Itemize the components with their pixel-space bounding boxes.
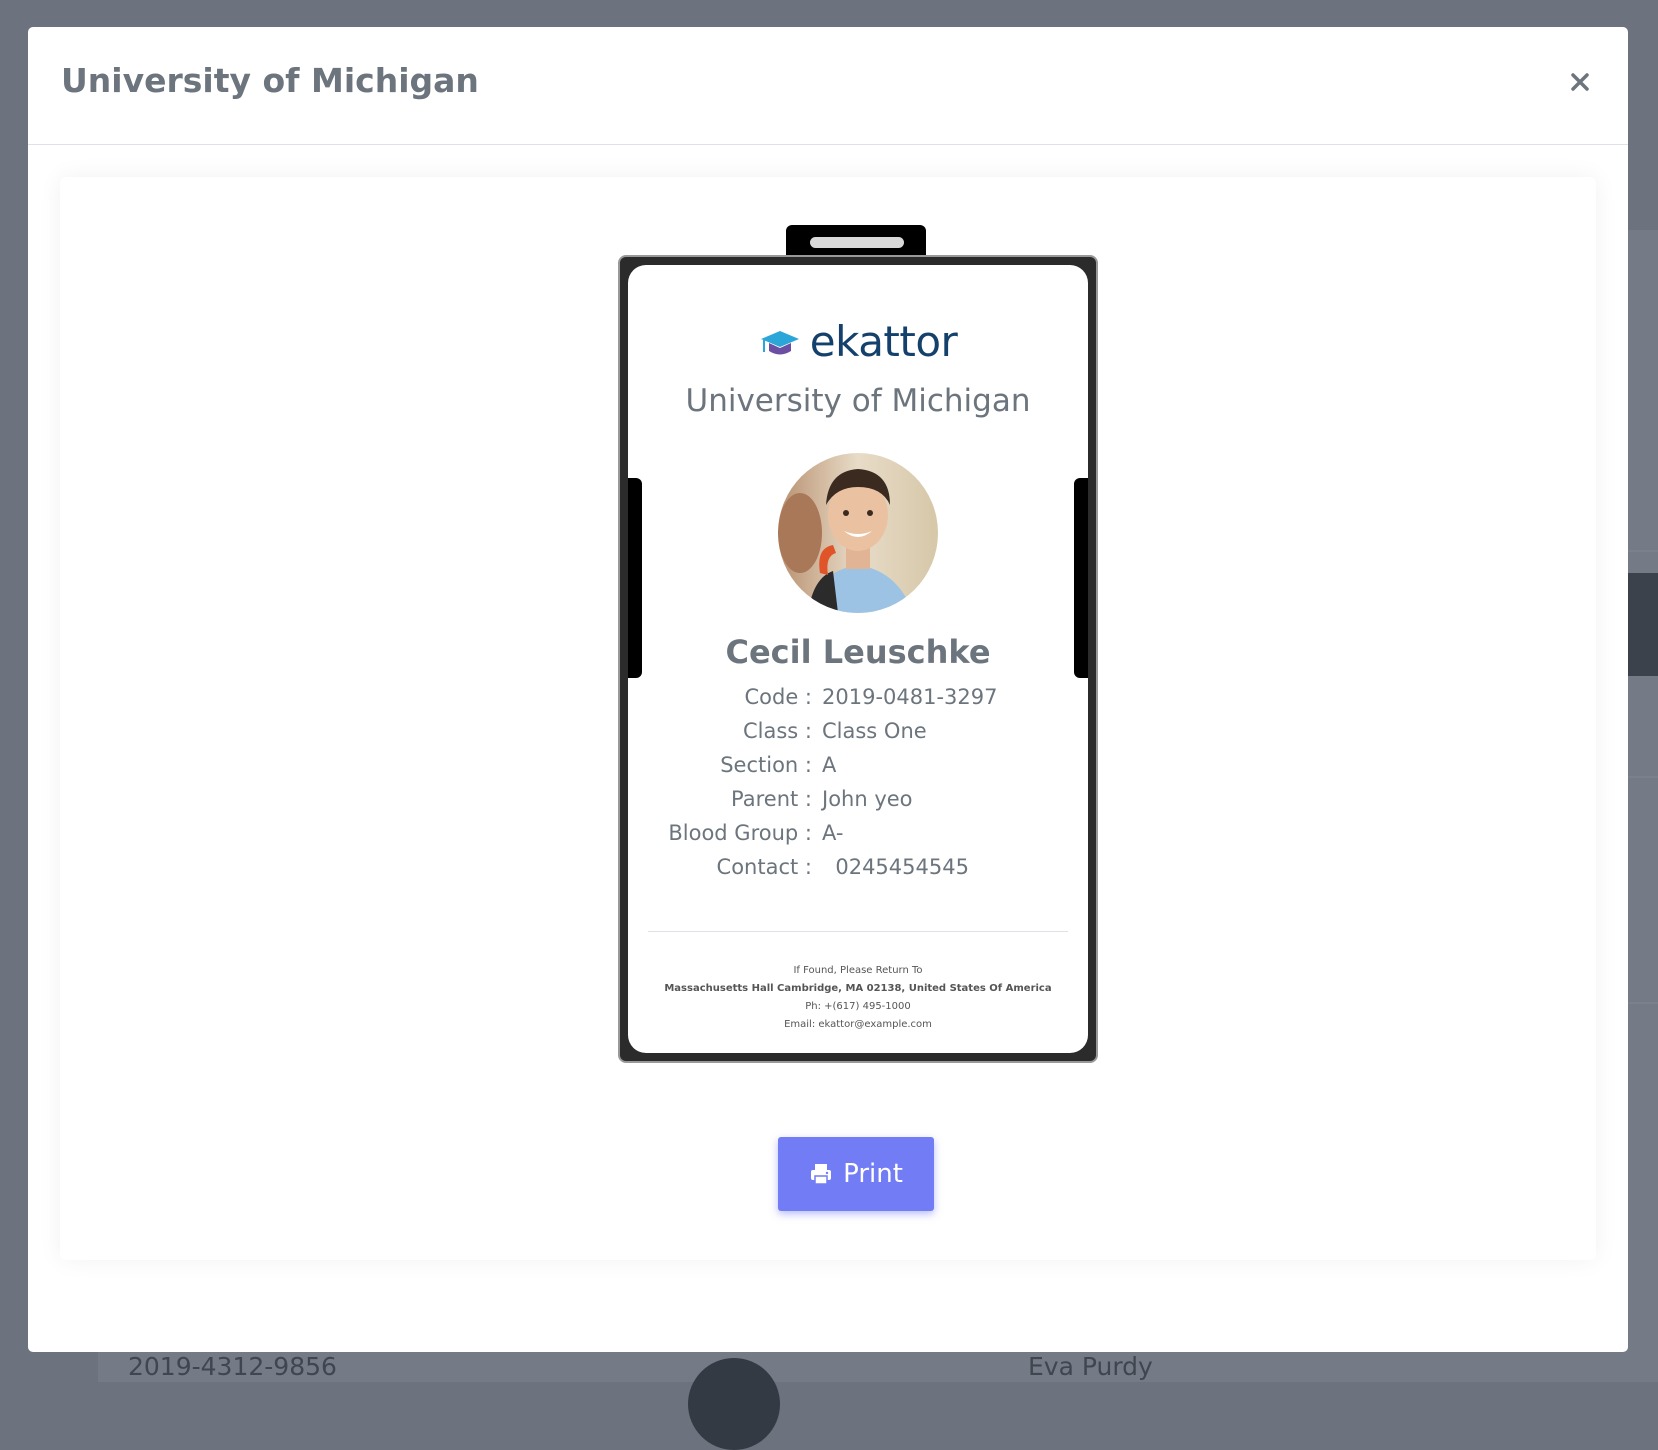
detail-value: Class One [822,719,927,743]
close-icon [1571,72,1589,91]
logo-text: ekattor [809,317,958,366]
detail-label: Section : [720,753,812,777]
id-card-modal: University of Michigan ekattor Universit… [28,27,1628,1352]
detail-value: John yeo [822,787,913,811]
modal-title: University of Michigan [61,61,479,100]
detail-label: Code : [744,685,812,709]
close-button[interactable] [1560,63,1600,103]
detail-code: Code : 2019-0481-3297 [628,685,1088,719]
bg-table-row: 2019-4312-9856 Eva Purdy [98,1350,1658,1450]
detail-label: Class : [743,719,812,743]
school-name: University of Michigan [685,383,1031,419]
logo: ekattor [628,317,1088,366]
bg-dark-element [1628,573,1658,676]
footer-phone: Ph: +(617) 495-1000 [805,1001,911,1012]
detail-parent: Parent : John yeo [628,787,1088,821]
student-photo [778,453,938,613]
footer-email: Email: ekattor@example.com [784,1019,932,1030]
card-divider [648,931,1068,932]
bg-row-name: Eva Purdy [1028,1352,1153,1381]
detail-label: Contact : [716,855,812,879]
detail-value: 2019-0481-3297 [822,685,998,709]
modal-header: University of Michigan [28,27,1628,145]
student-name: Cecil Leuschke [725,633,991,671]
id-card: ekattor University of Michigan Cecil Leu… [618,225,1100,1065]
detail-value: A [822,753,837,777]
id-card-content: ekattor University of Michigan Cecil Leu… [628,265,1088,1053]
print-button-label: Print [843,1159,903,1189]
printer-icon [811,1164,832,1185]
modal-body: ekattor University of Michigan Cecil Leu… [60,177,1596,1260]
bg-avatar [688,1358,780,1450]
detail-class: Class : Class One [628,719,1088,753]
graduation-cap-icon [760,330,799,354]
detail-value: A- [822,821,844,845]
bg-row-code: 2019-4312-9856 [128,1352,337,1381]
detail-value: 0245454545 [822,855,969,879]
student-photo-image [778,453,938,613]
detail-label: Parent : [731,787,812,811]
badge-clip-slot [810,237,904,248]
print-button[interactable]: Print [778,1137,934,1211]
id-card-frame: ekattor University of Michigan Cecil Leu… [618,255,1098,1063]
detail-contact: Contact : 0245454545 [628,855,1088,889]
footer-address: Massachusetts Hall Cambridge, MA 02138, … [664,983,1052,994]
detail-section: Section : A [628,753,1088,787]
detail-blood-group: Blood Group : A- [628,821,1088,855]
badge-clip [786,225,926,257]
footer-return-text: If Found, Please Return To [793,965,923,976]
detail-label: Blood Group : [668,821,812,845]
